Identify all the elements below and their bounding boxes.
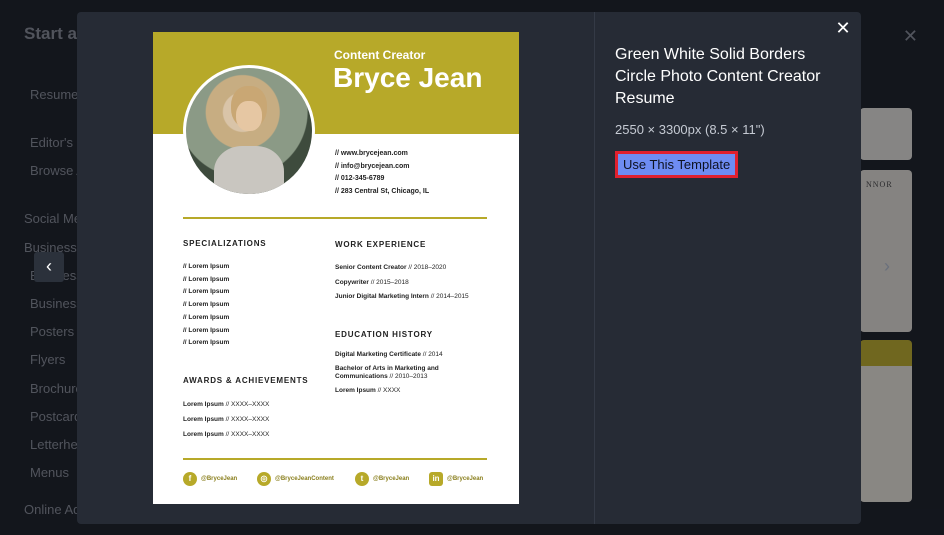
template-title: Green White Solid Borders Circle Photo C… <box>615 46 821 107</box>
resume-role: Content Creator <box>334 48 426 62</box>
list-item: Digital Marketing Certificate // 2014 <box>335 351 443 358</box>
linkedin-icon: in <box>429 472 443 486</box>
template-dimensions: 2550 × 3300px (8.5 × 11") <box>615 122 765 137</box>
divider <box>183 217 487 219</box>
awards-list: Lorem Ipsum // XXXX–XXXX Lorem Ipsum // … <box>183 397 269 442</box>
contact-website: // www.brycejean.com <box>335 150 408 157</box>
list-item: // Lorem Ipsum <box>183 263 230 270</box>
list-item: Bachelor of Arts in Marketing and Commun… <box>335 365 439 380</box>
education-list: Digital Marketing Certificate // 2014 Ba… <box>335 351 485 395</box>
list-item: Lorem Ipsum // XXXX–XXXX <box>183 431 270 438</box>
list-item: Lorem Ipsum // XXXX–XXXX <box>183 401 270 408</box>
resume-preview: Content Creator Bryce Jean // www.brycej… <box>153 32 519 504</box>
use-template-button[interactable]: Use This Template <box>615 151 739 178</box>
resume-name: Bryce Jean <box>333 62 483 93</box>
social-facebook: f @BryceJean <box>183 472 237 486</box>
instagram-icon: ◎ <box>257 472 271 486</box>
contact-address: // 283 Central St, Chicago, IL <box>335 187 430 195</box>
template-info-panel: Green White Solid Borders Circle Photo C… <box>615 44 841 178</box>
template-browser-screen: Start a ✕ Resume Editor's C Browse A Soc… <box>0 0 944 535</box>
resume-contact: // www.brycejean.com // info@brycejean.c… <box>335 148 429 198</box>
list-item: // Lorem Ipsum <box>183 288 230 296</box>
divider <box>183 458 487 460</box>
contact-phone: // 012-345-6789 <box>335 175 385 182</box>
list-item: // Lorem Ipsum <box>183 339 230 347</box>
social-linkedin: in @BryceJean <box>429 472 483 486</box>
list-item: Copywriter // 2015–2018 <box>335 278 409 286</box>
list-item: Lorem Ipsum // XXXX <box>335 387 401 394</box>
facebook-icon: f <box>183 472 197 486</box>
social-instagram: ◎ @BryceJeanContent <box>257 472 334 486</box>
template-preview-modal: ✕ Content Creator Bryce Jean // www.bryc… <box>77 12 861 524</box>
list-item: // Lorem Ipsum <box>183 326 230 334</box>
list-item: // Lorem Ipsum <box>183 275 230 283</box>
close-icon[interactable]: ✕ <box>833 18 853 38</box>
awards-title: AWARDS & ACHIEVEMENTS <box>183 376 309 385</box>
profile-photo <box>183 65 315 197</box>
list-item: Junior Digital Marketing Intern // 2014–… <box>335 293 469 300</box>
next-template-button[interactable]: › <box>872 252 902 282</box>
specializations-list: // Lorem Ipsum // Lorem Ipsum // Lorem I… <box>183 261 229 350</box>
twitter-icon: t <box>355 472 369 486</box>
specializations-title: SPECIALIZATIONS <box>183 239 267 248</box>
social-twitter: t @BryceJean <box>355 472 409 486</box>
previous-template-button[interactable]: ‹ <box>34 252 64 282</box>
work-experience-title: WORK EXPERIENCE <box>335 240 427 249</box>
list-item: // Lorem Ipsum <box>183 313 230 321</box>
work-experience-list: Senior Content Creator // 2018–2020 Copy… <box>335 261 469 305</box>
template-preview-area: Content Creator Bryce Jean // www.brycej… <box>77 12 595 524</box>
list-item: // Lorem Ipsum <box>183 301 230 309</box>
contact-email: // info@brycejean.com <box>335 162 410 170</box>
list-item: Lorem Ipsum // XXXX–XXXX <box>183 416 270 423</box>
list-item: Senior Content Creator // 2018–2020 <box>335 264 447 271</box>
education-title: EDUCATION HISTORY <box>335 330 433 339</box>
